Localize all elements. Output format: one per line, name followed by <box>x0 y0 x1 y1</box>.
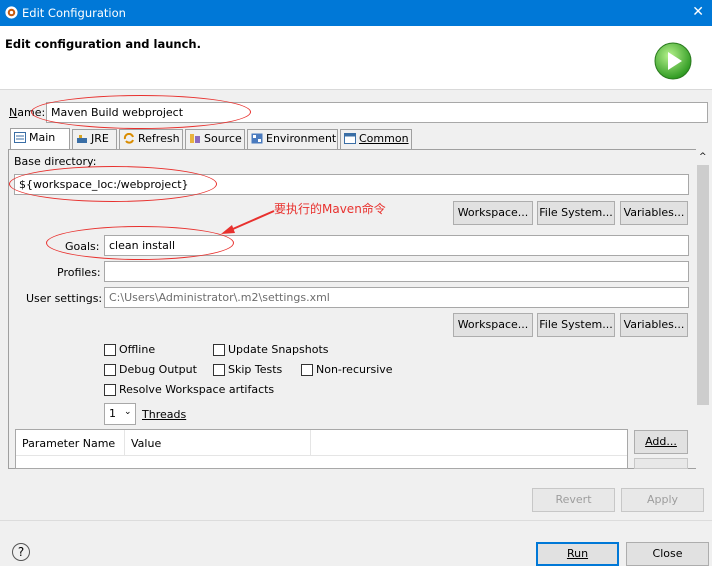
footer-divider <box>0 520 712 521</box>
refresh-icon <box>123 132 135 144</box>
user-settings-label: User settings: <box>26 292 103 305</box>
source-icon <box>189 133 201 144</box>
add-parameter-button[interactable]: Add... <box>634 430 688 454</box>
tab-common[interactable]: Common <box>340 129 412 149</box>
help-icon[interactable]: ? <box>12 543 30 561</box>
apply-button[interactable]: Apply <box>621 488 704 512</box>
jre-icon <box>76 133 88 144</box>
resolve-workspace-label: Resolve Workspace artifacts <box>119 383 275 396</box>
highlight-oval-name <box>31 95 251 129</box>
profiles-label: Profiles: <box>57 266 101 279</box>
tab-environment-label: Environment <box>266 132 337 145</box>
non-recursive-label: Non-recursive <box>316 363 393 376</box>
non-recursive-checkbox[interactable] <box>301 364 313 376</box>
highlight-oval-base-directory <box>9 166 217 202</box>
scrollbar-thumb[interactable] <box>697 165 709 405</box>
tab-main-label: Main <box>29 131 56 144</box>
chevron-down-icon: ⌄ <box>124 407 132 417</box>
annotation-arrow <box>221 210 275 234</box>
revert-button[interactable]: Revert <box>532 488 615 512</box>
debug-output-checkbox[interactable] <box>104 364 116 376</box>
threads-label: Threads <box>142 408 187 421</box>
user-settings-field[interactable]: C:\Users\Administrator\.m2\settings.xml <box>104 287 689 308</box>
filesystem-button-2[interactable]: File System... <box>537 313 615 337</box>
common-icon <box>344 133 356 144</box>
scroll-up-icon[interactable]: ^ <box>699 152 707 162</box>
title-bar: Edit Configuration ✕ <box>0 0 712 26</box>
tab-refresh-label: Refresh <box>138 132 180 145</box>
tab-source[interactable]: Source <box>185 129 245 149</box>
window-title: Edit Configuration <box>22 6 126 20</box>
variables-button-2[interactable]: Variables... <box>620 313 688 337</box>
column-divider <box>310 430 311 456</box>
tab-refresh[interactable]: Refresh <box>119 129 183 149</box>
filesystem-button-1[interactable]: File System... <box>537 201 615 225</box>
edit-parameter-button[interactable] <box>634 458 688 469</box>
highlight-oval-goals <box>46 226 234 260</box>
tab-jre[interactable]: JRE <box>72 129 117 149</box>
offline-label: Offline <box>119 343 156 356</box>
resolve-workspace-checkbox[interactable] <box>104 384 116 396</box>
run-button[interactable]: Run <box>536 542 619 566</box>
tab-common-label: Common <box>359 132 409 145</box>
annotation-text: 要执行的Maven命令 <box>274 202 386 216</box>
update-snapshots-label: Update Snapshots <box>228 343 329 356</box>
table-header-value: Value <box>131 437 162 450</box>
tab-jre-label: JRE <box>91 132 109 145</box>
close-button[interactable]: Close <box>626 542 709 566</box>
workspace-button-2[interactable]: Workspace... <box>453 313 533 337</box>
parameters-table[interactable]: Parameter Name Value <box>15 429 628 469</box>
close-window-icon[interactable]: ✕ <box>692 4 704 20</box>
tab-main[interactable]: Main <box>10 128 70 149</box>
environment-icon <box>251 133 263 144</box>
skip-tests-checkbox[interactable] <box>213 364 225 376</box>
skip-tests-label: Skip Tests <box>228 363 283 376</box>
debug-output-label: Debug Output <box>119 363 197 376</box>
dialog-header: Edit configuration and launch. <box>0 26 712 90</box>
threads-select[interactable]: 1 ⌄ <box>104 403 136 425</box>
update-snapshots-checkbox[interactable] <box>213 344 225 356</box>
gear-icon <box>5 6 18 19</box>
table-header-parameter: Parameter Name <box>22 437 116 450</box>
workspace-button-1[interactable]: Workspace... <box>453 201 533 225</box>
tab-environment[interactable]: Environment <box>247 129 338 149</box>
profiles-field[interactable] <box>104 261 689 282</box>
variables-button-1[interactable]: Variables... <box>620 201 688 225</box>
header-title: Edit configuration and launch. <box>5 37 201 51</box>
threads-value: 1 <box>109 407 116 420</box>
main-tab-icon <box>14 132 26 143</box>
run-launch-icon <box>654 42 692 80</box>
column-divider <box>124 430 125 456</box>
tab-source-label: Source <box>204 132 242 145</box>
offline-checkbox[interactable] <box>104 344 116 356</box>
